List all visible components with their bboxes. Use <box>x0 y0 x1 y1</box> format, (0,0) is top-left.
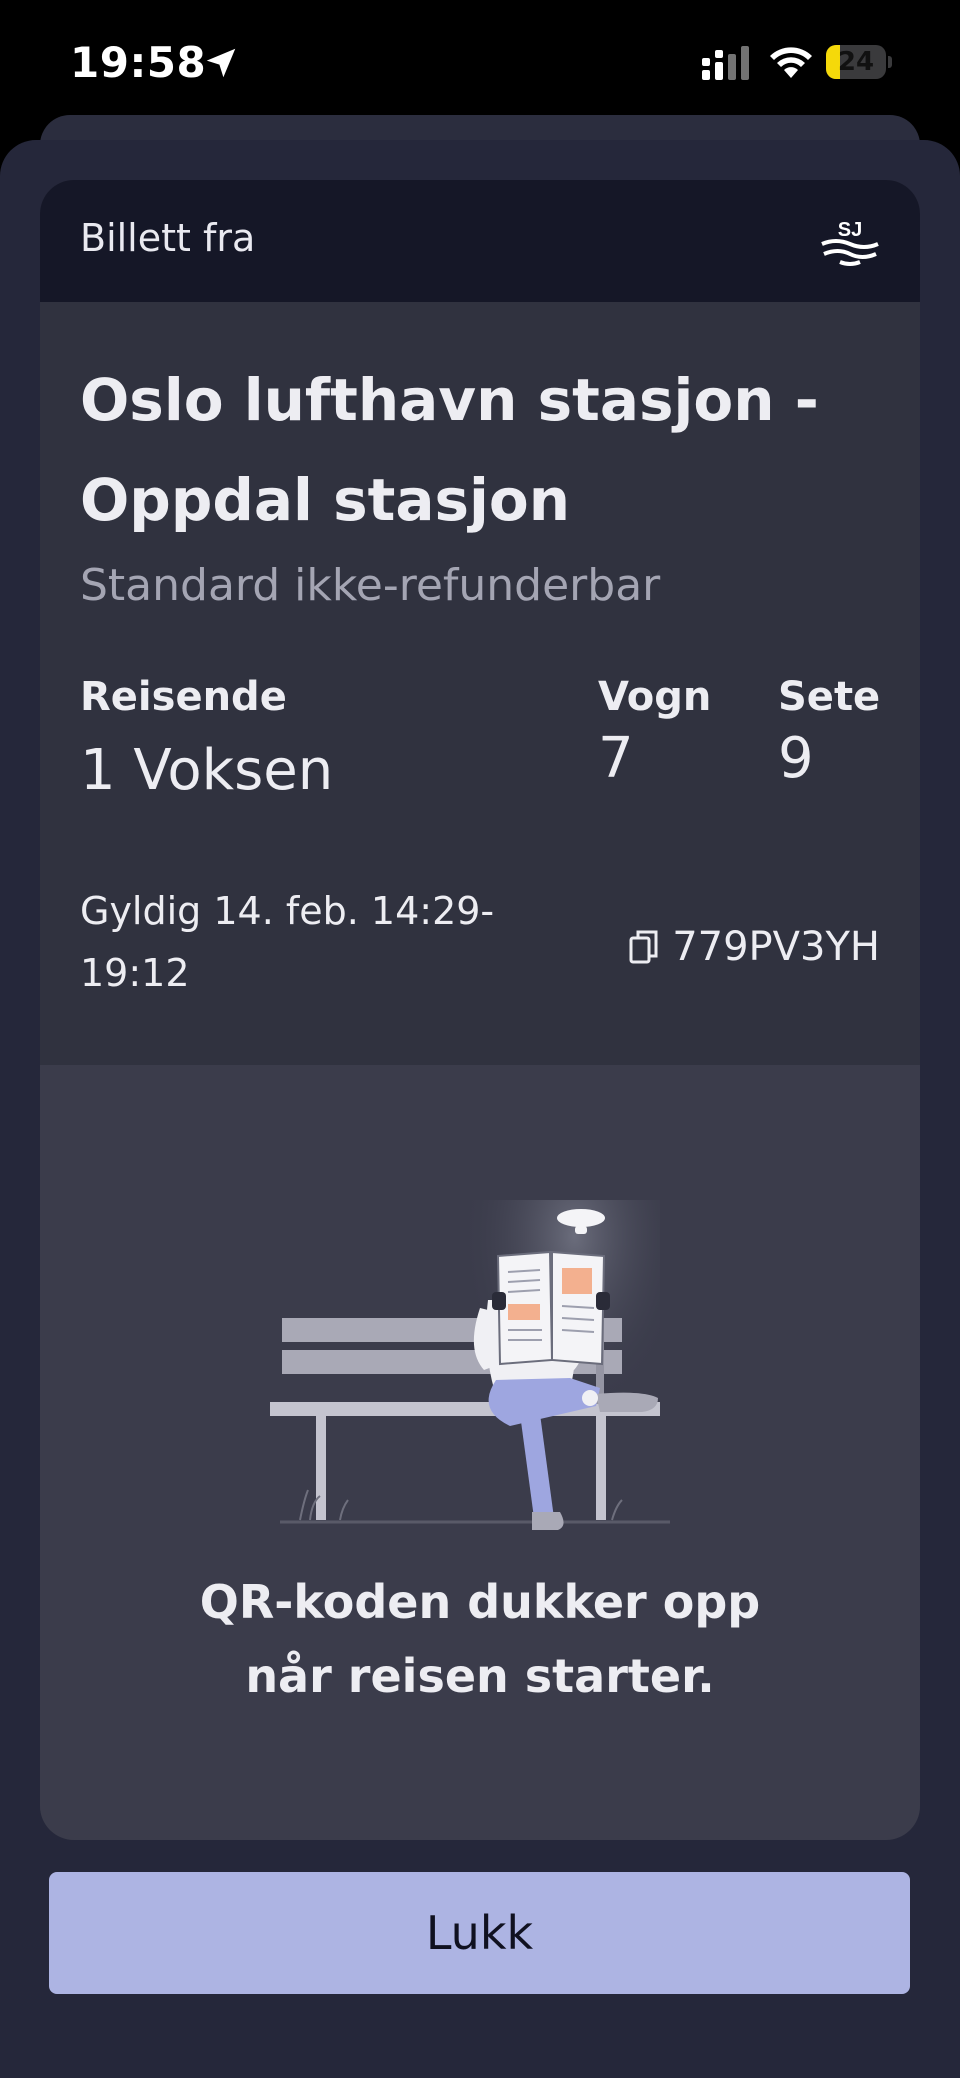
ticket-code: 779PV3YH <box>672 924 880 970</box>
ticket-card: Billett fra SJ Oslo lufthavn stasjon - O… <box>40 180 920 1840</box>
cellular-signal-icon <box>702 46 749 80</box>
close-button[interactable]: Lukk <box>49 1872 910 1994</box>
person-on-bench-illustration <box>270 1200 670 1530</box>
travellers-value: 1 Voksen <box>80 738 334 803</box>
car-label: Vogn <box>598 674 712 720</box>
battery-body: 24 <box>826 45 886 79</box>
copy-icon <box>629 930 658 964</box>
ticket-header: Billett fra SJ <box>40 180 920 302</box>
qr-message-line-1: QR-koden dukker opp <box>199 1575 761 1629</box>
car-value: 7 <box>598 726 634 791</box>
travellers-label: Reisende <box>80 674 287 720</box>
sj-logo-icon: SJ <box>821 219 879 266</box>
ticket-header-label: Billett fra <box>80 216 256 260</box>
battery-icon: 24 <box>826 45 892 81</box>
svg-text:SJ: SJ <box>838 219 862 241</box>
route-title: Oslo lufthavn stasjon - Oppdal stasjon <box>80 366 819 534</box>
qr-placeholder-area: QR-koden dukker opp når reisen starter. <box>40 1065 920 1840</box>
status-bar: 19:58 24 <box>0 0 960 130</box>
battery-nub <box>888 56 892 68</box>
fare-type: Standard ikke-refunderbar <box>80 560 661 611</box>
wifi-icon <box>770 47 812 78</box>
qr-message: QR-koden dukker opp når reisen starter. <box>130 1565 830 1713</box>
ticket-screen: 19:58 24 Billett fra SJ Oslo lufthavn st… <box>0 0 960 2078</box>
ticket-code-copy[interactable]: 779PV3YH <box>628 922 880 972</box>
seat-value: 9 <box>778 726 814 791</box>
seat-label: Sete <box>778 674 881 720</box>
validity-period: Gyldig 14. feb. 14:29-19:12 <box>80 889 495 995</box>
status-time: 19:58 <box>70 38 207 87</box>
location-arrow-icon <box>206 48 236 78</box>
qr-message-line-2: når reisen starter. <box>245 1649 715 1703</box>
battery-percent: 24 <box>837 47 875 77</box>
